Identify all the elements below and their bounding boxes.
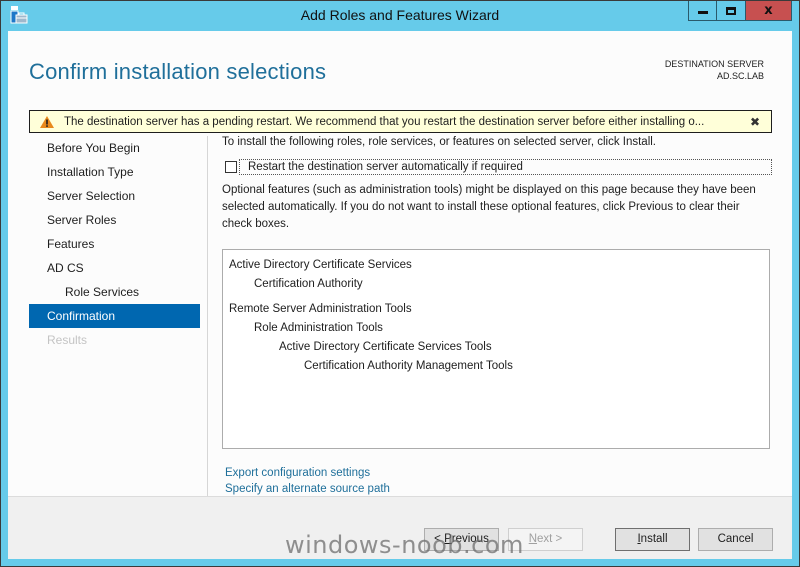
destination-server-value: AD.SC.LAB (716, 71, 764, 81)
wizard-footer: < Previous Next > Install Cancel (8, 496, 792, 559)
cancel-button[interactable]: Cancel (698, 528, 773, 551)
maximize-button[interactable] (717, 1, 746, 21)
close-button[interactable]: x (746, 1, 792, 21)
dismiss-warning-icon[interactable]: ✖ (745, 115, 765, 129)
summary-item: Certification Authority Management Tools (304, 360, 513, 372)
confirmation-content: To install the following roles, role ser… (222, 135, 772, 233)
destination-server: DESTINATION SERVER AD.SC.LAB (665, 58, 764, 82)
nav-item-installation-type[interactable]: Installation Type (29, 160, 200, 184)
previous-prefix: < (434, 533, 445, 545)
summary-item: Role Administration Tools (254, 322, 383, 334)
destination-server-label: DESTINATION SERVER (664, 59, 764, 69)
wizard-steps-nav: Before You Begin Installation Type Server … (29, 136, 200, 352)
nav-item-before-you-begin[interactable]: Before You Begin (29, 136, 200, 160)
nav-item-role-services[interactable]: Role Services (29, 280, 200, 304)
summary-item: Certification Authority (254, 278, 363, 290)
next-accel: N (528, 533, 538, 545)
previous-button[interactable]: < Previous (424, 528, 499, 551)
maximize-icon (726, 6, 736, 15)
nav-divider (207, 136, 208, 496)
summary-item: Active Directory Certificate Services (229, 259, 412, 271)
restart-checkbox[interactable] (225, 161, 237, 173)
selection-summary-list[interactable]: Active Directory Certificate Services Cer… (222, 249, 770, 449)
summary-item: Active Directory Certificate Services To… (279, 341, 492, 353)
restart-checkbox-label[interactable]: Restart the destination server automatic… (239, 159, 772, 175)
summary-item: Remote Server Administration Tools (229, 303, 412, 315)
pending-restart-warning: The destination server has a pending res… (29, 110, 772, 133)
minimize-icon (697, 11, 708, 14)
install-button[interactable]: Install (615, 528, 690, 551)
optional-features-note: Optional features (such as administratio… (222, 184, 756, 230)
window-title: Add Roles and Features Wizard (300, 7, 500, 23)
previous-rest: revious (451, 533, 489, 545)
window-controls: x (688, 1, 792, 21)
nav-item-ad-cs[interactable]: AD CS (29, 256, 200, 280)
next-rest: ext > (537, 533, 563, 545)
wizard-client-area: Confirm installation selections DESTINAT… (8, 31, 792, 559)
next-button[interactable]: Next > (508, 528, 583, 551)
export-configuration-link[interactable]: Export configuration settings (225, 465, 390, 481)
links-section: Export configuration settings Specify an… (225, 465, 390, 497)
warning-triangle-icon (40, 115, 54, 128)
wizard-window: Add Roles and Features Wizard x Confirm … (0, 0, 800, 567)
warning-message: The destination server has a pending res… (64, 115, 705, 128)
intro-text: To install the following roles, role ser… (222, 136, 656, 148)
nav-item-server-selection[interactable]: Server Selection (29, 184, 200, 208)
close-icon: x (764, 3, 773, 18)
nav-item-features[interactable]: Features (29, 232, 200, 256)
nav-item-results: Results (47, 333, 88, 347)
title-bar[interactable]: Add Roles and Features Wizard x (1, 1, 799, 31)
restart-option[interactable]: Restart the destination server automatic… (222, 159, 772, 175)
previous-accel: P (444, 533, 452, 545)
alternate-source-link[interactable]: Specify an alternate source path (225, 481, 390, 497)
nav-item-confirmation[interactable]: Confirmation (29, 304, 200, 328)
page-title: Confirm installation selections (29, 59, 327, 84)
install-rest: nstall (640, 533, 668, 545)
minimize-button[interactable] (688, 1, 717, 21)
nav-item-server-roles[interactable]: Server Roles (29, 208, 200, 232)
